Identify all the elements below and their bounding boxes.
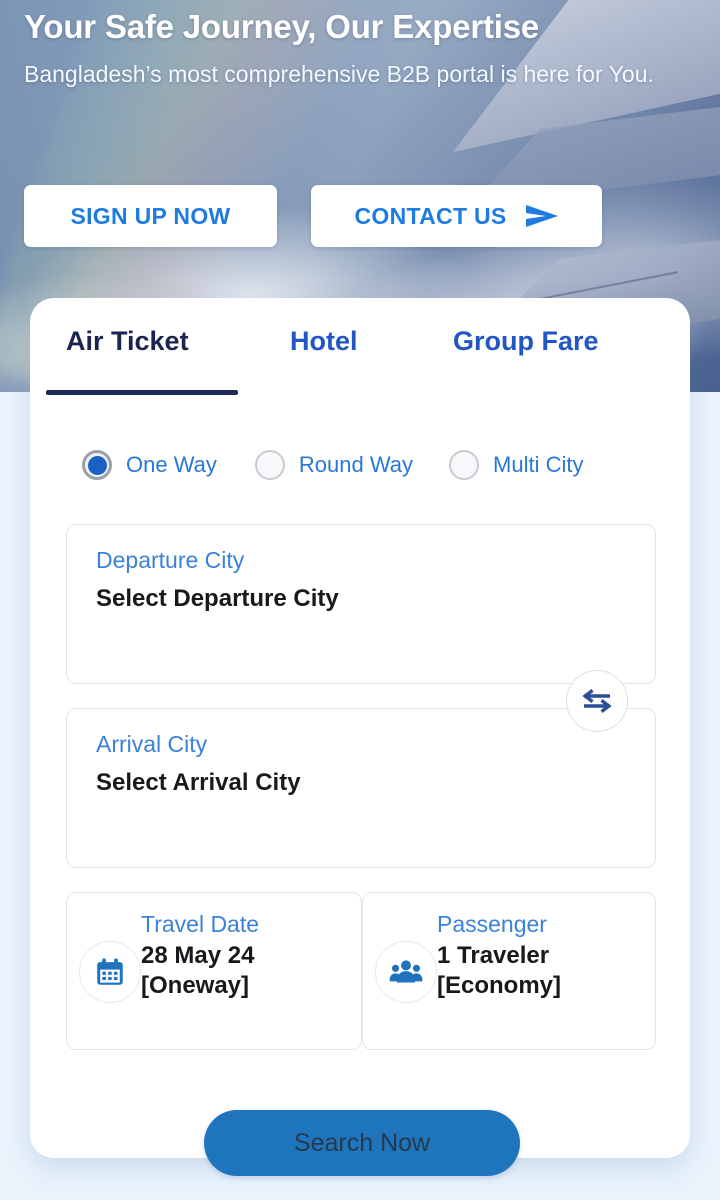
hero-subtitle: Bangladesh’s most comprehensive B2B port… — [24, 61, 654, 87]
arrival-city-value: Select Arrival City — [96, 769, 301, 796]
radio-multi-city-label: Multi City — [493, 452, 584, 477]
sign-up-now-button[interactable]: SIGN UP NOW — [24, 185, 277, 247]
arrival-city-label: Arrival City — [96, 731, 208, 757]
travel-date-value: 28 May 24 [Oneway] — [141, 942, 255, 1000]
sign-up-now-label: SIGN UP NOW — [70, 202, 231, 229]
passenger-label: Passenger — [437, 911, 547, 937]
tab-air-ticket[interactable]: Air Ticket — [66, 326, 189, 357]
send-icon — [525, 205, 558, 227]
calendar-icon-wrapper — [79, 941, 141, 1003]
tab-hotel[interactable]: Hotel — [290, 326, 358, 357]
tab-group-fare[interactable]: Group Fare — [453, 326, 599, 357]
swap-horizontal-icon — [582, 689, 612, 713]
radio-one-way-label: One Way — [126, 452, 217, 477]
booking-tabs: Air Ticket Hotel Group Fare — [30, 298, 690, 395]
departure-city-value: Select Departure City — [96, 585, 339, 612]
contact-us-button[interactable]: CONTACT US — [311, 185, 602, 247]
search-now-button[interactable]: Search Now — [204, 1110, 520, 1176]
travel-date-label: Travel Date — [141, 911, 260, 937]
trip-type-radio-group: One Way Round Way Multi City — [82, 450, 583, 480]
arrival-city-field[interactable]: Arrival City Select Arrival City — [66, 708, 656, 868]
radio-multi-city-dot — [449, 450, 480, 480]
swap-cities-button[interactable] — [566, 670, 628, 732]
radio-round-way-label: Round Way — [298, 452, 414, 477]
departure-city-label: Departure City — [96, 547, 245, 573]
people-group-icon — [389, 960, 423, 983]
hero-button-group: SIGN UP NOW CONTACT US — [24, 185, 602, 247]
travel-date-field[interactable]: Travel Date 28 May 24 [Oneway] — [66, 892, 362, 1050]
radio-multi-city[interactable]: Multi City — [449, 450, 583, 480]
hero-title: Your Safe Journey, Our Expertise — [24, 8, 540, 45]
radio-one-way[interactable]: One Way — [82, 450, 217, 480]
passenger-field[interactable]: Passenger 1 Traveler [Economy] — [362, 892, 656, 1050]
departure-city-field[interactable]: Departure City Select Departure City — [66, 524, 656, 684]
active-tab-underline — [46, 390, 238, 395]
people-icon-wrapper — [375, 941, 437, 1003]
radio-round-way-dot — [254, 450, 285, 480]
radio-round-way[interactable]: Round Way — [254, 450, 414, 480]
passenger-value: 1 Traveler [Economy] — [437, 942, 562, 1000]
contact-us-label: CONTACT US — [354, 202, 507, 229]
booking-card: Air Ticket Hotel Group Fare One Way Roun… — [30, 298, 690, 1176]
radio-one-way-dot — [82, 450, 112, 480]
page-root: Your Safe Journey, Our Expertise Banglad… — [0, 0, 720, 1200]
calendar-icon — [97, 958, 123, 985]
